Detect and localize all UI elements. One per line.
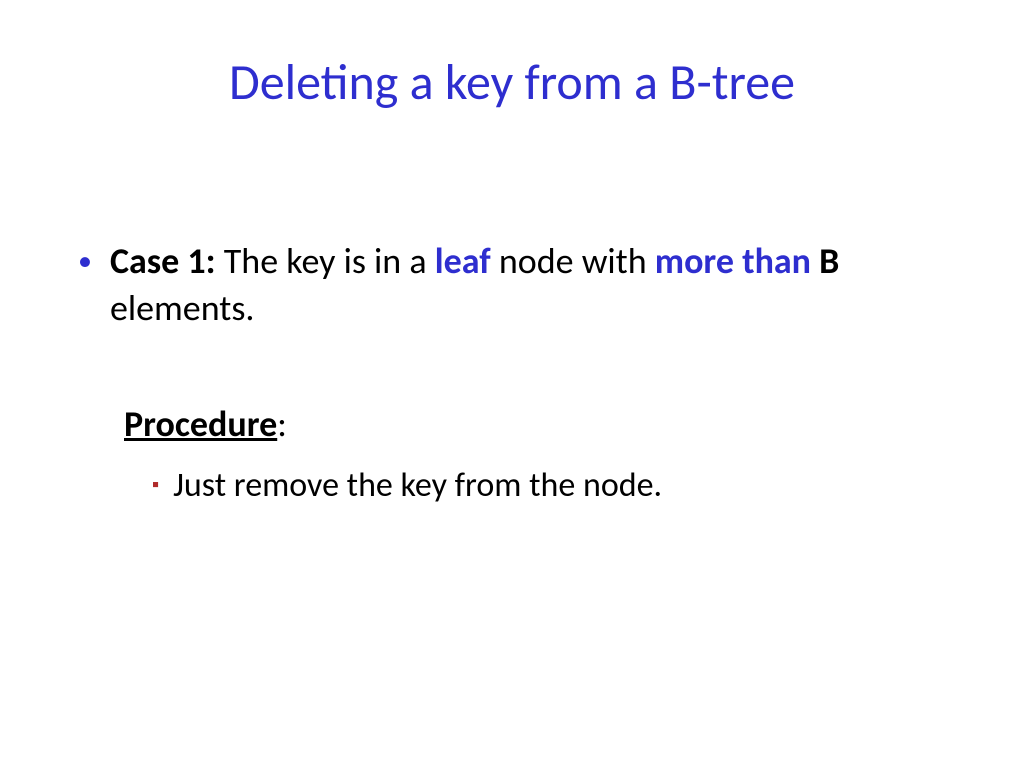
case-sp [811, 239, 819, 283]
case-label: Case 1: [110, 239, 216, 283]
procedure-item-text: Just remove the key from the node. [173, 464, 662, 508]
bullet-dot-icon: • [78, 238, 92, 284]
slide: Deleting a key from a B-tree • Case 1: T… [0, 0, 1024, 768]
bullet-case-1: • Case 1: The key is in a leaf node with… [78, 238, 946, 332]
procedure-colon: : [277, 402, 287, 446]
procedure-block: Procedure: ▪ Just remove the key from th… [124, 402, 946, 508]
case-pre: The key is in a [216, 239, 435, 283]
case-hl-more-than: more than [655, 239, 811, 283]
procedure-label: Procedure [124, 402, 277, 446]
case-hl-leaf: leaf [435, 239, 491, 283]
case-1-text: Case 1: The key is in a leaf node with m… [110, 238, 946, 332]
slide-body: • Case 1: The key is in a leaf node with… [78, 238, 946, 508]
procedure-heading: Procedure: [124, 402, 946, 446]
slide-title: Deleting a key from a B-tree [0, 52, 1024, 113]
case-hl-b: B [819, 239, 839, 283]
case-mid: node with [491, 239, 655, 283]
case-post: elements. [110, 286, 255, 330]
procedure-item: ▪ Just remove the key from the node. [152, 464, 946, 508]
square-bullet-icon: ▪ [152, 464, 159, 506]
